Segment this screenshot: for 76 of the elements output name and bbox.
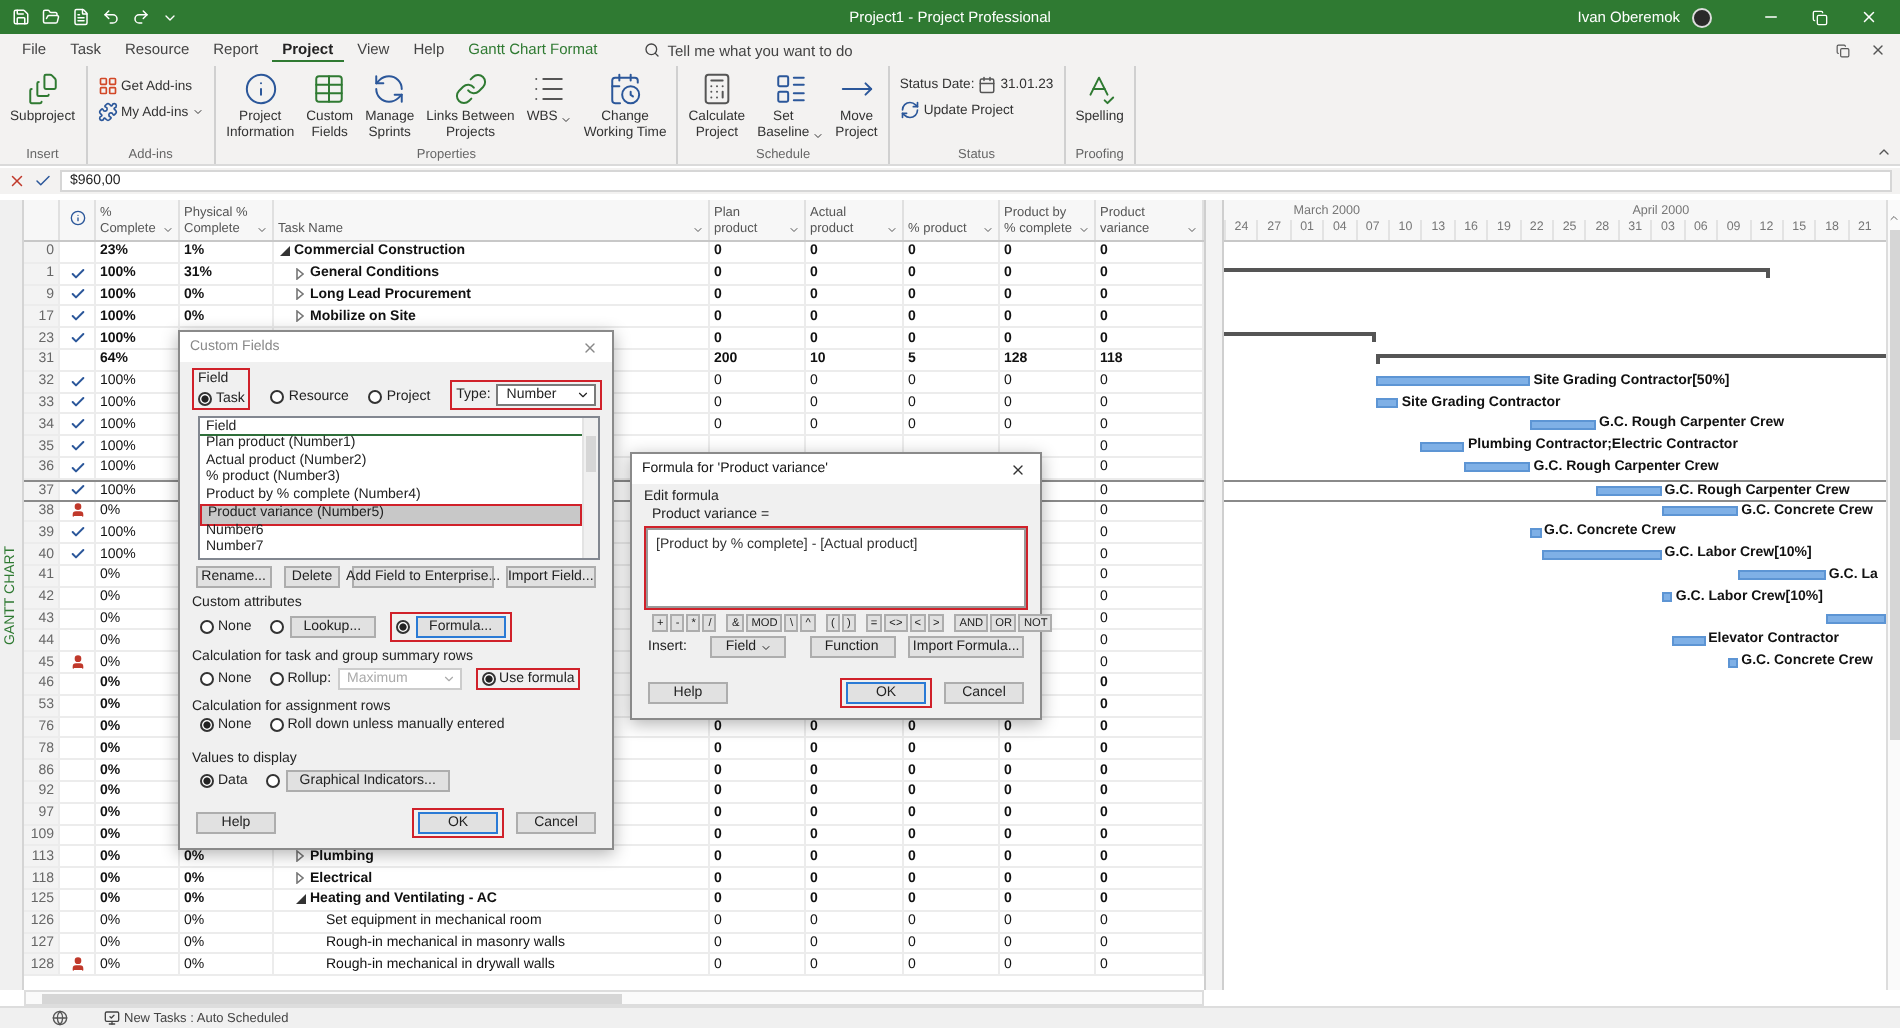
radio-button[interactable] [395, 620, 410, 634]
search-icon [643, 42, 660, 58]
caret-down-icon[interactable] [280, 246, 290, 257]
caret-up-icon [1876, 144, 1892, 160]
caret-icon[interactable] [1186, 224, 1198, 236]
check-icon[interactable] [34, 172, 52, 190]
info-icon [243, 72, 278, 106]
caret-icon[interactable] [982, 224, 994, 236]
caret-icon [192, 106, 205, 118]
task-bar[interactable] [1464, 462, 1531, 473]
globe-icon[interactable] [52, 1010, 68, 1026]
caret-down-icon[interactable] [296, 894, 306, 905]
undo-icon[interactable] [102, 8, 120, 26]
task-bar[interactable] [1727, 657, 1739, 668]
task-bar[interactable] [1420, 441, 1465, 452]
calendar-icon [978, 76, 997, 94]
stacked-files-icon [25, 72, 60, 106]
caret-right-icon[interactable] [296, 872, 304, 884]
info-icon [69, 210, 85, 226]
close-icon [1010, 461, 1026, 477]
summary-bar[interactable] [1224, 332, 1377, 343]
grid-icon [97, 76, 117, 96]
task-bar[interactable] [1376, 376, 1531, 387]
radio-button[interactable] [269, 620, 284, 634]
close-icon [1870, 42, 1886, 58]
task-bar[interactable] [1596, 486, 1662, 497]
collapse-ribbon-button[interactable] [1876, 144, 1892, 160]
refresh-icon [899, 100, 920, 120]
caret-icon[interactable] [256, 224, 268, 236]
vertical-scrollbar[interactable] [1886, 200, 1900, 990]
scrollbar[interactable] [582, 418, 598, 558]
caret-icon [760, 641, 773, 653]
task-bar[interactable] [1376, 398, 1399, 409]
caret-icon [441, 672, 456, 686]
task-bar[interactable] [1661, 592, 1673, 603]
task-bar[interactable] [1672, 635, 1706, 646]
table-icon [312, 72, 347, 106]
document-icon[interactable] [72, 8, 90, 26]
caret-right-icon[interactable] [296, 288, 304, 301]
restore-icon [1836, 43, 1850, 57]
task-bar[interactable] [1530, 419, 1597, 430]
task-bar[interactable] [1530, 527, 1542, 538]
caret-icon[interactable] [692, 224, 704, 236]
link-icon [453, 72, 488, 106]
restore-icon [1812, 9, 1829, 25]
folder-icon[interactable] [42, 8, 60, 26]
radio-button[interactable] [265, 774, 280, 788]
monitor-icon [104, 1010, 120, 1026]
cycle-arrows-icon [372, 72, 407, 106]
horizontal-scrollbar[interactable] [24, 990, 1204, 1006]
caret-right-icon[interactable] [296, 310, 304, 323]
task-bar[interactable] [1661, 506, 1739, 517]
task-bar[interactable] [1825, 614, 1886, 625]
task-bar[interactable] [1738, 570, 1826, 581]
avatar[interactable] [1692, 7, 1713, 27]
caret-right-icon[interactable] [296, 267, 304, 280]
caret-right-icon[interactable] [296, 850, 304, 863]
caret-icon [576, 388, 591, 402]
redo-icon[interactable] [132, 8, 150, 26]
caret-icon[interactable] [162, 224, 174, 236]
calendar-clock-icon [608, 72, 643, 106]
save-icon[interactable] [12, 8, 30, 26]
panel-list-icon [773, 72, 808, 106]
cancel-icon[interactable] [8, 172, 26, 190]
caret-icon [811, 130, 824, 142]
caret-icon [559, 114, 572, 126]
summary-bar[interactable] [1376, 353, 1886, 364]
close-icon [582, 339, 598, 355]
close-icon [1860, 8, 1879, 26]
calculator-icon [699, 72, 734, 106]
puzzle-icon [97, 102, 117, 122]
caret-icon[interactable] [788, 224, 800, 236]
caret-icon[interactable] [1078, 224, 1090, 236]
caret-icon[interactable] [886, 224, 898, 236]
summary-bar[interactable] [1224, 267, 1771, 278]
task-bar[interactable] [1541, 549, 1662, 560]
